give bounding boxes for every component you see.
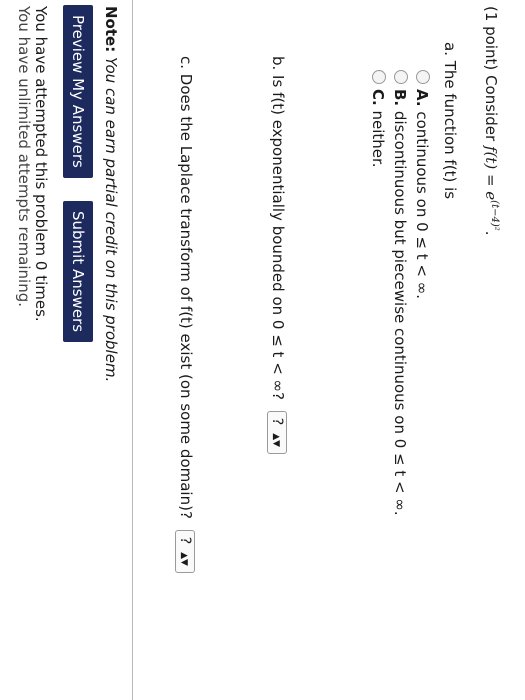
partial-credit-note: Note: You can earn partial credit on thi…	[102, 6, 120, 382]
function-exponent: (t−4)²	[489, 200, 500, 231]
radio-button-icon[interactable]	[416, 70, 430, 84]
choice-text: neither.	[369, 110, 387, 168]
consider-label: Consider	[482, 75, 500, 142]
photo-frame: (1 point) Consider f(t) = e(t−4)². a. Th…	[0, 0, 525, 700]
problem-page: (1 point) Consider f(t) = e(t−4)². a. Th…	[0, 0, 525, 700]
choice-a[interactable]: A. continuous on 0 ≤ t < ∞.	[413, 70, 431, 299]
submit-answers-button[interactable]: Submit Answers	[63, 201, 93, 343]
part-b-prompt: b. Is f(t) exponentially bounded on 0 ≤ …	[269, 56, 287, 400]
select-value: ?	[177, 536, 193, 545]
choice-text: continuous on 0 ≤ t < ∞.	[413, 111, 431, 299]
note-label: Note:	[102, 6, 120, 53]
remaining-status: You have unlimited attempts remaining.	[15, 6, 33, 308]
choice-c[interactable]: C. neither.	[369, 70, 387, 168]
part-a-prompt: a. The function f(t) is	[441, 42, 459, 200]
note-text: You can earn partial credit on this prob…	[102, 56, 120, 383]
choice-text: discontinuous but piecewise continuous o…	[391, 110, 409, 516]
part-b-select[interactable]: ? ▲▼	[267, 410, 287, 455]
part-c-select[interactable]: ? ▲▼	[175, 529, 195, 573]
choice-letter: A.	[413, 89, 431, 107]
part-b-row: b. Is f(t) exponentially bounded on 0 ≤ …	[267, 56, 287, 455]
points-label: (1 point)	[482, 6, 500, 71]
select-arrows-icon: ▲▼	[271, 433, 281, 448]
function-base: f(t) = e	[482, 145, 500, 201]
problem-heading: (1 point) Consider f(t) = e(t−4)².	[482, 6, 500, 236]
choice-letter: C.	[369, 89, 387, 106]
radio-button-icon[interactable]	[394, 70, 408, 84]
radio-button-icon[interactable]	[372, 70, 386, 84]
preview-answers-button[interactable]: Preview My Answers	[63, 5, 93, 178]
part-c-prompt: c. Does the Laplace transform of f(t) ex…	[177, 56, 195, 519]
problem-container: (1 point) Consider f(t) = e(t−4)². a. Th…	[132, 0, 525, 700]
attempts-status: You have attempted this problem 0 times.	[32, 6, 50, 322]
select-arrows-icon: ▲▼	[179, 552, 189, 566]
part-c-row: c. Does the Laplace transform of f(t) ex…	[175, 56, 195, 573]
choice-letter: B.	[391, 89, 409, 107]
choice-b[interactable]: B. discontinuous but piecewise continuou…	[391, 70, 409, 516]
select-value: ?	[269, 417, 285, 426]
function-definition: f(t) = e(t−4)²	[482, 146, 500, 231]
